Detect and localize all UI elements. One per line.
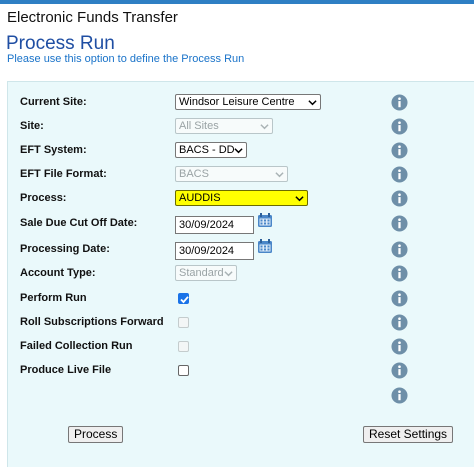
produce-live-file-label: Produce Live File: [20, 364, 112, 376]
current-site-value: Windsor Leisure Centre: [179, 96, 295, 108]
chevron-down-icon: [234, 148, 243, 154]
account-type-row: Account Type: Standard: [8, 263, 474, 285]
info-icon[interactable]: [391, 190, 408, 207]
process-value: AUDDIS: [179, 192, 221, 204]
eft-system-label: EFT System:: [20, 144, 87, 156]
current-site-label: Current Site:: [20, 96, 87, 108]
process-select[interactable]: AUDDIS: [175, 190, 308, 206]
eft-file-format-value: BACS: [179, 168, 209, 180]
current-site-select[interactable]: Windsor Leisure Centre: [175, 94, 321, 110]
site-value: All Sites: [179, 120, 219, 132]
info-icon[interactable]: [391, 338, 408, 355]
roll-subscriptions-forward-checkbox: [178, 317, 189, 328]
sale-due-cut-off-date-input[interactable]: 30/09/2024: [175, 216, 254, 234]
info-icon[interactable]: [391, 290, 408, 307]
page-title: Process Run: [6, 33, 115, 54]
info-icon[interactable]: [391, 387, 408, 404]
sale-due-cut-off-date-row: Sale Due Cut Off Date: 30/09/2024: [8, 213, 474, 235]
process-button[interactable]: Process: [68, 426, 124, 443]
reset-settings-button[interactable]: Reset Settings: [363, 426, 454, 443]
info-icon[interactable]: [391, 142, 408, 159]
eft-file-format-row: EFT File Format: BACS: [8, 164, 474, 186]
info-icon[interactable]: [391, 241, 408, 258]
processing-date-row: Processing Date: 30/09/2024: [8, 239, 474, 261]
produce-live-file-checkbox[interactable]: [178, 365, 189, 376]
process-run-form: Current Site: Windsor Leisure Centre Sit…: [7, 81, 474, 467]
info-icon[interactable]: [391, 94, 408, 111]
info-icon[interactable]: [391, 265, 408, 282]
info-icon[interactable]: [391, 166, 408, 183]
calendar-icon[interactable]: [257, 213, 273, 228]
chevron-down-icon: [295, 196, 304, 202]
chevron-down-icon: [275, 172, 284, 178]
info-icon[interactable]: [391, 314, 408, 331]
site-label: Site:: [20, 120, 44, 132]
site-select: All Sites: [175, 118, 273, 134]
failed-collection-run-row: Failed Collection Run: [8, 336, 474, 358]
account-type-select: Standard: [175, 265, 237, 281]
checkmark-icon: [180, 296, 189, 304]
chevron-down-icon: [308, 100, 317, 106]
account-type-label: Account Type:: [20, 267, 96, 279]
processing-date-label: Processing Date:: [20, 243, 110, 255]
eft-system-row: EFT System: BACS - DD: [8, 140, 474, 162]
page-subtitle: Please use this option to define the Pro…: [7, 53, 245, 65]
info-icon[interactable]: [391, 362, 408, 379]
roll-subscriptions-forward-row: Roll Subscriptions Forward: [8, 312, 474, 334]
process-row: Process: AUDDIS: [8, 188, 474, 210]
failed-collection-run-label: Failed Collection Run: [20, 340, 133, 352]
calendar-icon[interactable]: [257, 239, 273, 254]
eft-system-select[interactable]: BACS - DD: [175, 142, 247, 158]
perform-run-checkbox[interactable]: [178, 293, 189, 304]
perform-run-label: Perform Run: [20, 292, 87, 304]
account-type-value: Standard: [179, 267, 224, 279]
app-title: Electronic Funds Transfer: [7, 9, 178, 26]
site-row: Site: All Sites: [8, 116, 474, 138]
chevron-down-icon: [260, 124, 269, 130]
info-icon[interactable]: [391, 118, 408, 135]
roll-subscriptions-forward-label: Roll Subscriptions Forward: [20, 316, 164, 328]
failed-collection-run-checkbox: [178, 341, 189, 352]
eft-file-format-label: EFT File Format:: [20, 168, 107, 180]
eft-file-format-select: BACS: [175, 166, 288, 182]
eft-system-value: BACS - DD: [179, 144, 235, 156]
sale-due-cut-off-date-label: Sale Due Cut Off Date:: [20, 217, 138, 229]
extra-info-row: [8, 385, 474, 407]
produce-live-file-row: Produce Live File: [8, 360, 474, 382]
process-label: Process:: [20, 192, 67, 204]
top-accent-bar: [0, 0, 474, 4]
info-icon[interactable]: [391, 215, 408, 232]
perform-run-row: Perform Run: [8, 288, 474, 310]
processing-date-input[interactable]: 30/09/2024: [175, 242, 254, 260]
chevron-down-icon: [224, 271, 233, 277]
current-site-row: Current Site: Windsor Leisure Centre: [8, 92, 474, 114]
